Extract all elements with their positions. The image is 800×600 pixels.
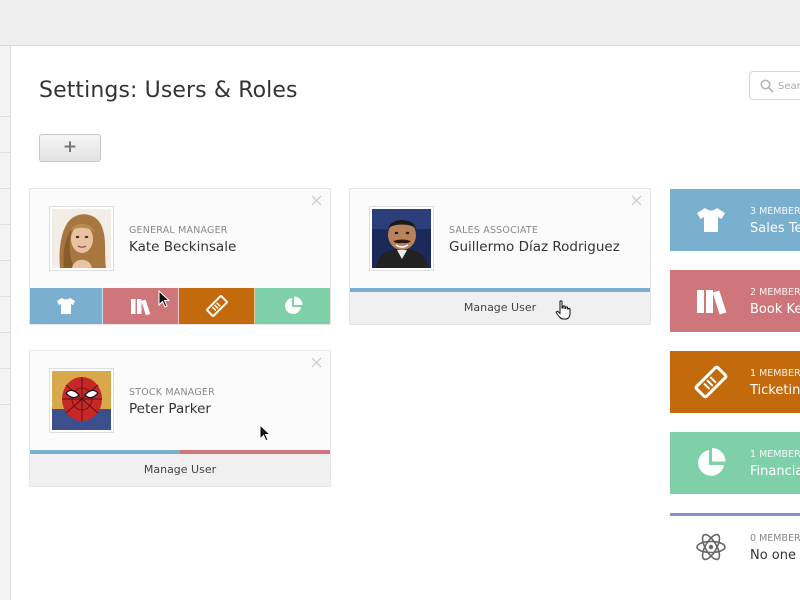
rail-divider: [0, 404, 11, 405]
mouse-pointer-icon: [259, 424, 272, 442]
close-icon[interactable]: [311, 195, 322, 206]
role-tiles: [30, 288, 330, 324]
search-icon: [760, 79, 774, 93]
user-name: Guillermo Díaz Rodriguez: [449, 239, 620, 255]
role-name: Ticketin: [750, 383, 800, 398]
books-icon: [130, 299, 150, 315]
avatar: [369, 206, 434, 271]
role-card-ticketing[interactable]: 1 MEMBER Ticketin: [670, 351, 800, 413]
user-card[interactable]: STOCK MANAGER Peter Parker Manage User: [29, 350, 331, 487]
pie-chart-icon: [284, 296, 302, 314]
user-role-label: STOCK MANAGER: [129, 387, 215, 398]
user-name: Peter Parker: [129, 401, 211, 417]
rail-divider: [0, 332, 11, 333]
t-shirt-icon: [57, 298, 75, 314]
role-name: Book Ke: [750, 302, 800, 317]
role-name: Financia: [750, 464, 800, 479]
rail-divider: [0, 260, 11, 261]
page-title: Settings: Users & Roles: [39, 78, 298, 103]
atom-icon: [696, 533, 726, 561]
search-input[interactable]: [778, 77, 800, 95]
role-name: No one l: [750, 548, 800, 563]
user-card[interactable]: SALES ASSOCIATE Guillermo Díaz Rodriguez…: [349, 188, 651, 325]
ticket-icon: [205, 295, 228, 317]
search-box[interactable]: [749, 71, 800, 100]
books-icon: [697, 290, 727, 315]
role-member-count: 3 MEMBER: [750, 206, 800, 217]
role-tile-sales[interactable]: [30, 288, 103, 324]
role-card-finance[interactable]: 1 MEMBER Financia: [670, 432, 800, 494]
top-bar: [0, 0, 800, 46]
user-role-label: GENERAL MANAGER: [129, 225, 228, 236]
rail-divider: [0, 188, 11, 189]
role-member-count: 2 MEMBER: [750, 287, 800, 298]
role-tile-books[interactable]: [103, 288, 179, 324]
role-card-unassigned[interactable]: 0 MEMBER No one l: [670, 513, 800, 575]
role-member-count: 0 MEMBER: [750, 533, 800, 544]
avatar-photo: [52, 371, 111, 430]
avatar: [49, 368, 114, 433]
add-user-button[interactable]: +: [39, 134, 101, 162]
t-shirt-icon: [697, 208, 725, 232]
rail-divider: [0, 116, 11, 117]
user-role-label: SALES ASSOCIATE: [449, 225, 539, 236]
role-card-books[interactable]: 2 MEMBER Book Ke: [670, 270, 800, 332]
left-rail: [0, 46, 11, 600]
user-card[interactable]: GENERAL MANAGER Kate Beckinsale: [29, 188, 331, 325]
user-name: Kate Beckinsale: [129, 239, 237, 255]
main-content: Settings: Users & Roles +: [11, 46, 800, 600]
rail-divider: [0, 224, 11, 225]
close-icon[interactable]: [631, 195, 642, 206]
role-name: Sales Te: [750, 221, 800, 236]
role-member-count: 1 MEMBER: [750, 449, 800, 460]
rail-divider: [0, 296, 11, 297]
avatar-photo: [52, 209, 111, 268]
avatar: [49, 206, 114, 271]
rail-divider: [0, 152, 11, 153]
rail-divider: [0, 368, 11, 369]
role-tile-ticketing[interactable]: [179, 288, 255, 324]
role-card-sales[interactable]: 3 MEMBER Sales Te: [670, 189, 800, 251]
ticket-icon: [694, 365, 728, 399]
close-icon[interactable]: [311, 357, 322, 368]
role-member-count: 1 MEMBER: [750, 368, 800, 379]
pie-chart-icon: [698, 448, 726, 476]
manage-user-button[interactable]: Manage User: [350, 292, 650, 324]
role-tile-finance[interactable]: [255, 288, 330, 324]
avatar-photo: [372, 209, 431, 268]
manage-user-button[interactable]: Manage User: [30, 454, 330, 486]
